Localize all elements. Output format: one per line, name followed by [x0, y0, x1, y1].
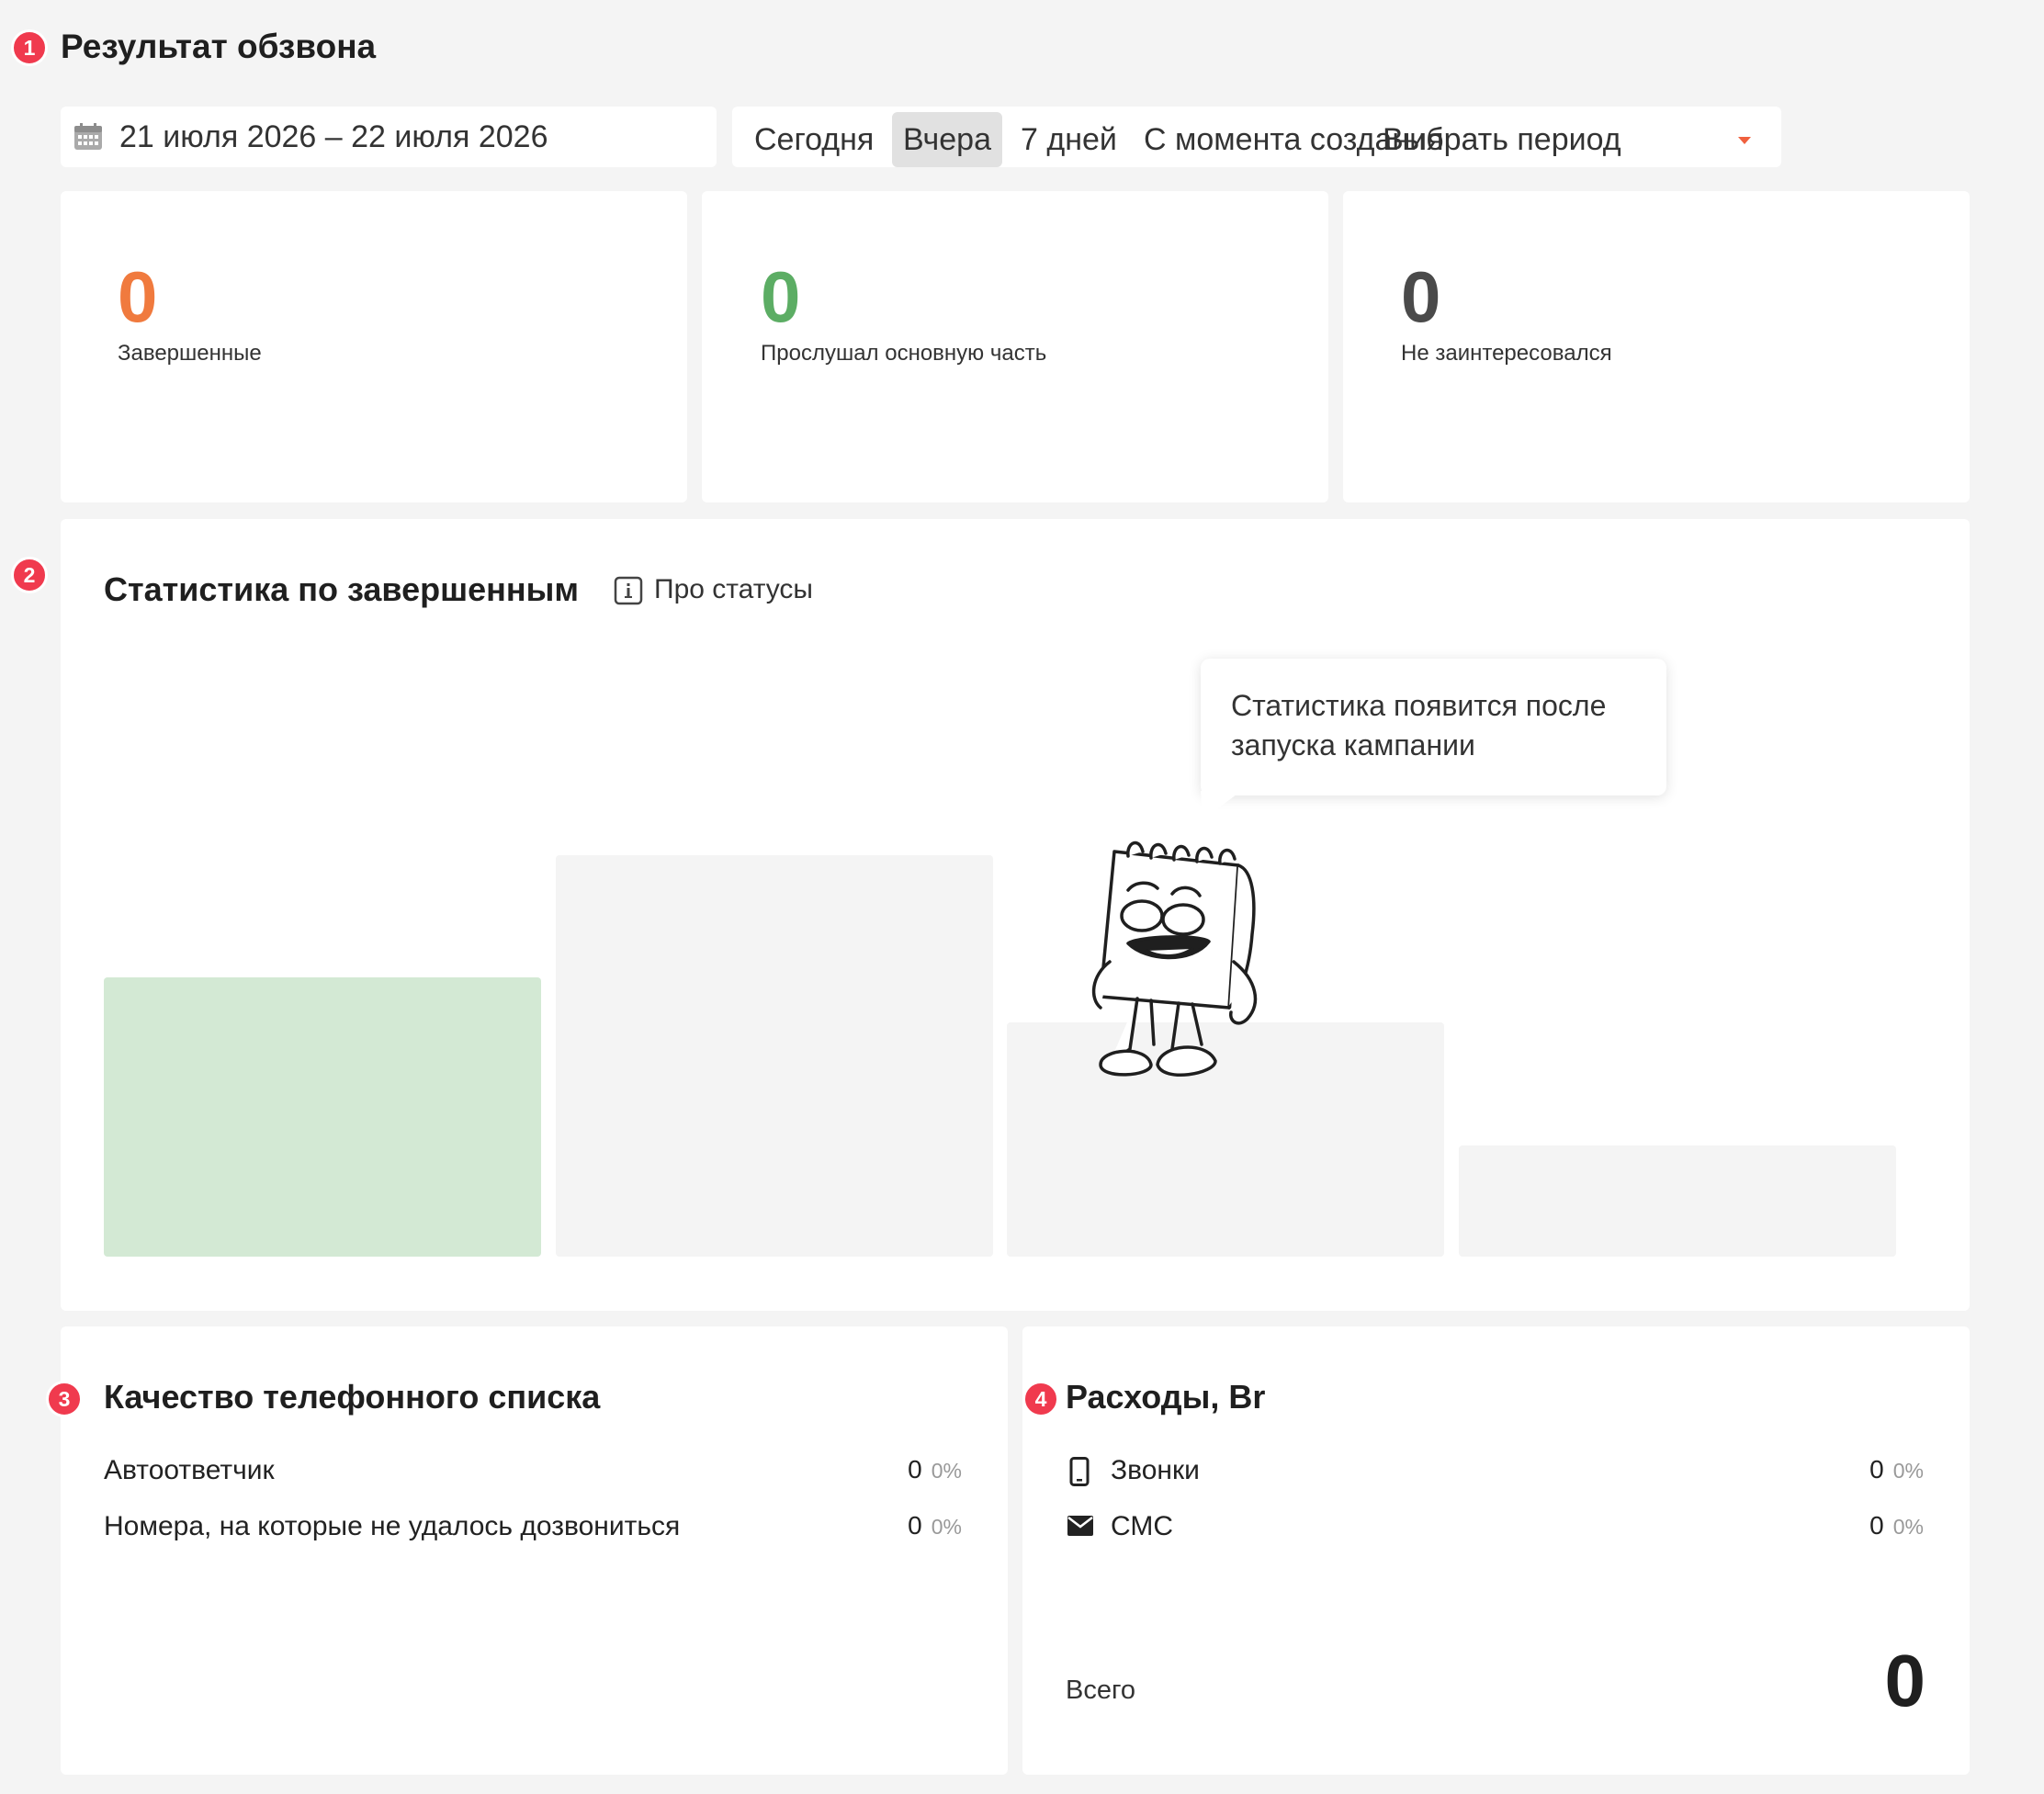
total-label: Всего [1066, 1676, 1136, 1705]
completed-stats-title: Статистика по завершенным [104, 570, 579, 608]
section-number-badge-2: 2 [11, 557, 48, 593]
empty-state-tooltip: Статистика появится после запуска кампан… [1201, 659, 1666, 795]
phone-list-quality-card: Качество телефонного списка Автоответчик… [61, 1326, 1008, 1775]
unreachable-numbers-value: 0 0% [908, 1511, 962, 1540]
phone-icon [1069, 1457, 1090, 1491]
calendar-icon [73, 123, 103, 155]
expenses-card: Расходы, Br Звонки 0 0% СМС 0 0% Всего 0 [1022, 1326, 1970, 1775]
placeholder-bar [556, 855, 993, 1257]
notepad-mascot-icon [1091, 841, 1258, 1078]
expenses-title: Расходы, Br [1066, 1378, 1266, 1416]
calls-label: Звонки [1111, 1455, 1200, 1485]
kpi-card-listened: 0 Прослушал основную часть [702, 191, 1328, 502]
placeholder-bar [1459, 1145, 1896, 1257]
period-selector: Сегодня Вчера 7 дней С момента создания … [732, 107, 1781, 167]
date-range-picker[interactable]: 21 июля 2026 – 22 июля 2026 [61, 107, 717, 167]
tooltip-line-1: Статистика появится после [1231, 689, 1607, 722]
section-number-badge-1: 1 [11, 29, 48, 66]
info-icon[interactable] [614, 576, 643, 610]
page-title: Результат обзвона [61, 28, 377, 65]
kpi-card-not-interested: 0 Не заинтересовался [1343, 191, 1970, 502]
kpi-value-completed: 0 [118, 256, 158, 337]
placeholder-bar [104, 977, 541, 1257]
sms-value: 0 0% [1869, 1511, 1924, 1540]
kpi-label-not-interested: Не заинтересовался [1401, 341, 1612, 366]
calls-value: 0 0% [1869, 1455, 1924, 1484]
period-yesterday[interactable]: Вчера [892, 112, 1002, 167]
tooltip-pointer [1201, 791, 1241, 820]
kpi-value-listened: 0 [761, 256, 801, 337]
envelope-icon [1067, 1516, 1093, 1540]
kpi-label-listened: Прослушал основную часть [761, 341, 1047, 366]
caret-down-icon[interactable] [1737, 133, 1752, 150]
kpi-value-not-interested: 0 [1401, 256, 1441, 337]
period-7-days[interactable]: 7 дней [1010, 112, 1128, 167]
section-number-badge-4: 4 [1022, 1381, 1059, 1417]
tooltip-line-2: запуска кампании [1231, 728, 1475, 762]
total-value: 0 [1884, 1640, 1926, 1721]
phone-list-quality-title: Качество телефонного списка [104, 1378, 601, 1416]
answering-machine-value: 0 0% [908, 1455, 962, 1484]
period-today[interactable]: Сегодня [743, 112, 885, 167]
date-range-value: 21 июля 2026 – 22 июля 2026 [119, 119, 548, 154]
kpi-label-completed: Завершенные [118, 341, 262, 366]
unreachable-numbers-label: Номера, на которые не удалось дозвонитьс… [104, 1511, 681, 1541]
section-number-badge-3: 3 [46, 1381, 83, 1417]
kpi-card-completed: 0 Завершенные [61, 191, 687, 502]
completed-stats-card: Статистика по завершенным Про статусы Ст… [61, 519, 1970, 1311]
sms-label: СМС [1111, 1511, 1173, 1541]
answering-machine-label: Автоответчик [104, 1455, 275, 1485]
period-custom[interactable]: Выбрать период [1372, 112, 1632, 167]
about-statuses-link[interactable]: Про статусы [654, 574, 813, 605]
